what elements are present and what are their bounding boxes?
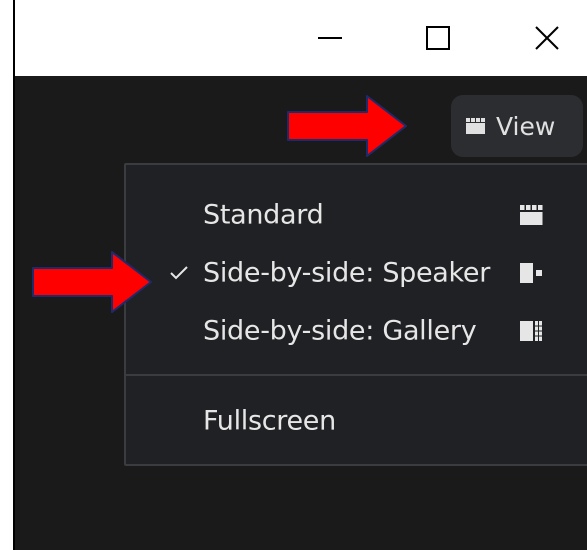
menu-item-label: Side-by-side: Gallery [203,315,477,347]
close-button[interactable] [512,0,582,76]
menu-divider [126,374,587,376]
menu-item-label: Fullscreen [203,405,336,437]
menu-item-standard[interactable]: Standard [126,187,587,243]
view-menu: Standard Side-by-side: Speaker Side-by-s… [124,163,587,466]
menu-item-side-by-side-speaker[interactable]: Side-by-side: Speaker [126,245,587,301]
gallery-view-icon [520,321,542,341]
standard-view-icon [520,205,543,225]
maximize-button[interactable] [403,0,473,76]
view-button-label: View [496,111,556,141]
menu-item-side-by-side-gallery[interactable]: Side-by-side: Gallery [126,303,587,359]
menu-item-fullscreen[interactable]: Fullscreen [126,393,587,449]
annotation-arrow-icon [32,251,152,313]
maximize-icon [426,26,450,50]
app-window: View Standard Side-by-side: Speaker Side… [13,0,587,550]
standard-view-icon [466,118,485,134]
close-icon [535,26,559,50]
view-button[interactable]: View [451,95,583,157]
speaker-view-icon [520,263,542,283]
menu-item-label: Standard [203,199,324,231]
annotation-arrow-icon [287,95,407,157]
checkmark-icon [170,266,188,280]
menu-item-label: Side-by-side: Speaker [203,257,491,289]
title-bar [15,0,587,76]
minimize-icon [318,37,342,39]
minimize-button[interactable] [295,0,365,76]
